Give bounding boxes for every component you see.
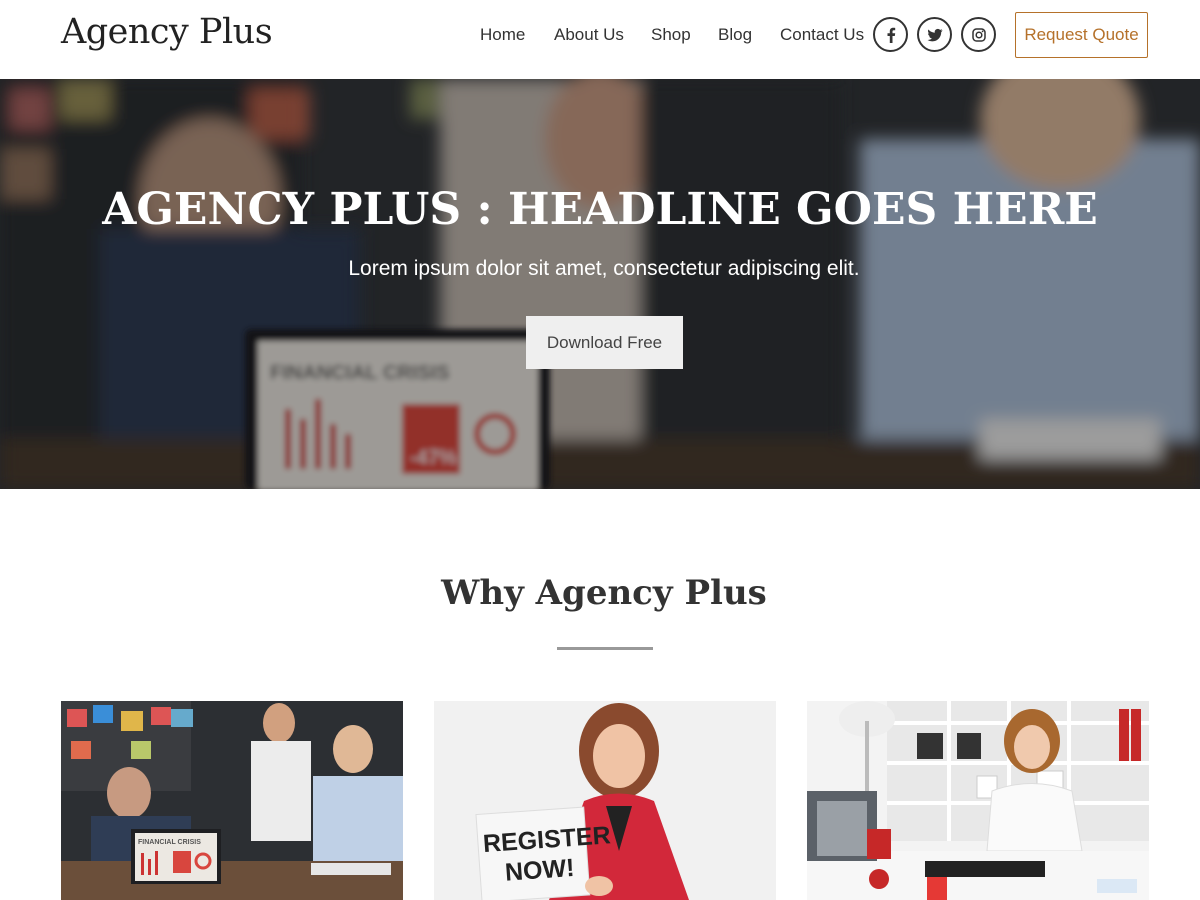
- site-logo[interactable]: Agency Plus: [61, 12, 273, 52]
- office-meeting-photo[interactable]: FINANCIAL CRISIS: [61, 701, 403, 900]
- section-divider: [557, 647, 653, 650]
- twitter-icon[interactable]: [917, 17, 952, 52]
- nav-shop[interactable]: Shop: [651, 22, 691, 48]
- why-section-title: Why Agency Plus: [441, 573, 767, 613]
- instagram-icon[interactable]: [961, 17, 996, 52]
- card-laptop-text: FINANCIAL CRISIS: [138, 839, 201, 846]
- facebook-icon[interactable]: [873, 17, 908, 52]
- register-sign-word: NOW!: [504, 854, 575, 887]
- hero-subtitle: Lorem ipsum dolor sit amet, consectetur …: [348, 257, 860, 280]
- hero-title: AGENCY PLUS : HEADLINE GOES HERE: [102, 184, 1098, 235]
- nav-about-us[interactable]: About Us: [554, 22, 624, 48]
- hero-background-image: FINANCIAL CRISIS -47%: [0, 79, 1200, 489]
- site-header: Agency Plus Home About Us Shop Blog Cont…: [0, 0, 1200, 79]
- hero-banner: FINANCIAL CRISIS -47% AGENCY PLUS : HEAD…: [0, 79, 1200, 489]
- nav-contact-us[interactable]: Contact Us: [780, 22, 864, 48]
- download-free-button[interactable]: Download Free: [526, 316, 683, 369]
- nav-blog[interactable]: Blog: [718, 22, 752, 48]
- nav-home[interactable]: Home: [480, 22, 525, 48]
- request-quote-button[interactable]: Request Quote: [1015, 12, 1148, 58]
- woman-register-sign-photo[interactable]: REGISTERNOW!: [434, 701, 776, 900]
- woman-on-phone-office-photo[interactable]: [807, 701, 1149, 900]
